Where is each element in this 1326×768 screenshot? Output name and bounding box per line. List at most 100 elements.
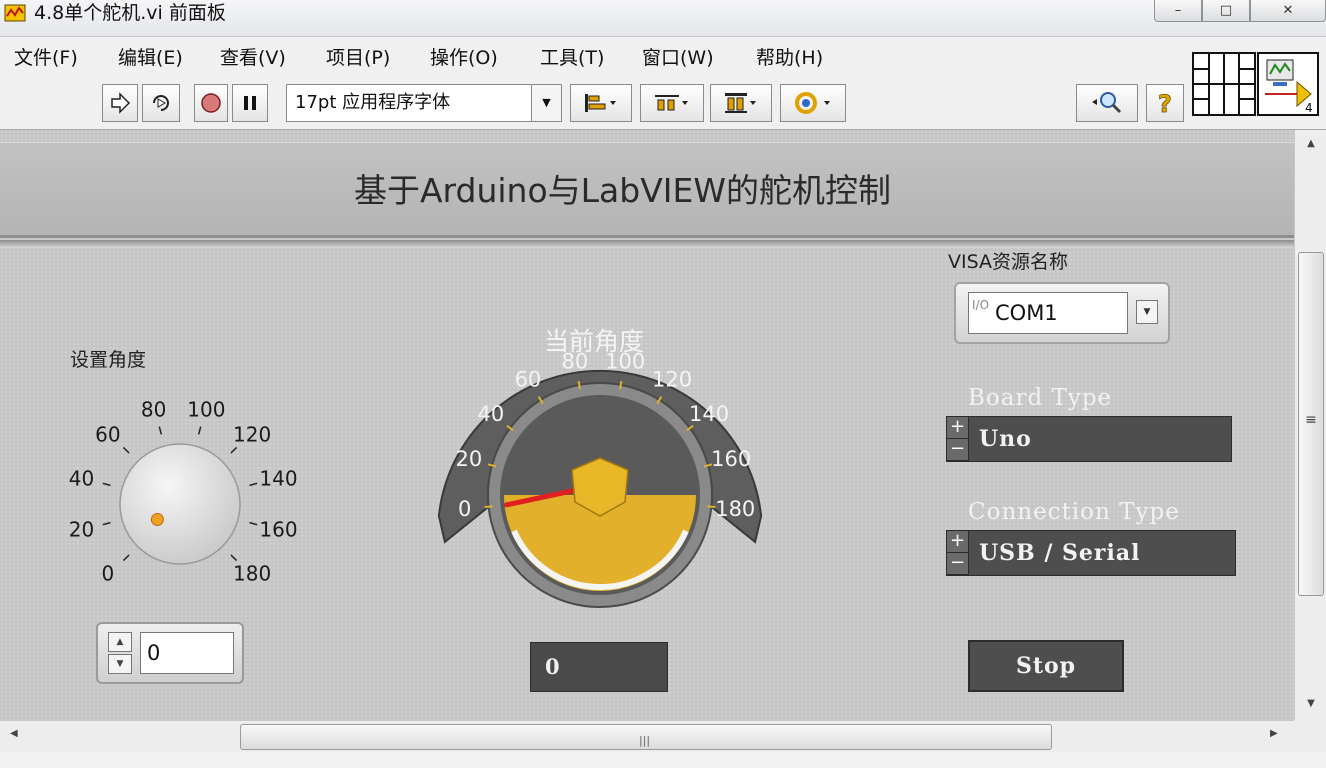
knob-tick-label: 180 [233, 561, 271, 585]
svg-text:?: ? [1158, 90, 1172, 117]
chevron-down-icon: ▼ [531, 85, 561, 121]
menu-project[interactable]: 项目(P) [326, 46, 390, 70]
connection-type-label: Connection Type [968, 499, 1180, 525]
minus-icon[interactable]: − [947, 553, 968, 575]
decrement-arrow-icon[interactable]: ▼ [108, 654, 132, 674]
scroll-down-arrow-icon[interactable]: ▼ [1295, 698, 1326, 709]
context-help-button[interactable]: ? [1146, 84, 1184, 122]
menu-file[interactable]: 文件(F) [14, 46, 78, 70]
increment-arrow-icon[interactable]: ▲ [108, 632, 132, 652]
resize-objects-button[interactable] [710, 84, 772, 122]
visa-label: VISA资源名称 [948, 251, 1069, 273]
scroll-left-arrow-icon[interactable]: ◀ [10, 728, 18, 739]
knob-tick-mark [230, 554, 238, 562]
align-objects-icon [585, 94, 616, 112]
distribute-objects-button[interactable] [640, 84, 704, 122]
scroll-up-arrow-icon[interactable]: ▲ [1295, 138, 1326, 149]
knob-tick-mark [249, 521, 258, 526]
board-type-ring[interactable]: + − Uno [946, 416, 1232, 462]
run-continuously-button[interactable] [142, 84, 180, 122]
knob-tick-label: 120 [233, 423, 271, 447]
menu-bar: 文件(F) 编辑(E) 查看(V) 项目(P) 操作(O) 工具(T) 窗口(W… [0, 36, 1326, 78]
visa-resource-control[interactable]: COM1 I/O ▼ [954, 282, 1170, 344]
connection-type-value: USB / Serial [979, 540, 1141, 566]
stop-button[interactable]: Stop [968, 640, 1124, 692]
knob-tick-label: 0 [102, 561, 115, 585]
knob-tick-mark [102, 521, 111, 526]
knob-tick-label: 60 [95, 423, 120, 447]
plus-icon[interactable]: + [947, 531, 968, 553]
window-controls: – □ ✕ [1154, 0, 1326, 22]
reorder-button[interactable] [780, 84, 846, 122]
board-type-stepper[interactable]: + − [947, 417, 969, 461]
run-button[interactable] [102, 84, 138, 122]
toolbar: 17pt 应用程序字体 ▼ ? [0, 78, 1326, 130]
set-angle-input[interactable]: 0 [140, 632, 234, 674]
set-angle-knob[interactable]: 0 20 4060 80 100 120 140 160 180 [30, 374, 330, 614]
menu-view[interactable]: 查看(V) [220, 46, 286, 70]
horizontal-scrollbar[interactable]: ◀ ||| ▶ [0, 720, 1294, 752]
pause-button[interactable] [232, 84, 268, 122]
run-continuously-icon [153, 95, 169, 111]
horizontal-scroll-thumb[interactable]: ||| [240, 724, 1052, 750]
board-type-value: Uno [979, 426, 1032, 452]
gauge-tick-mark [707, 505, 716, 509]
horizontal-grip-icon: ||| [639, 734, 651, 747]
menu-window[interactable]: 窗口(W) [642, 46, 714, 70]
board-type-label: Board Type [968, 385, 1113, 411]
resize-grip-icon[interactable] [1294, 720, 1326, 752]
knob-label: 设置角度 [70, 349, 147, 371]
knob-face[interactable] [119, 443, 241, 565]
set-angle-spinner[interactable]: ▲ ▼ [108, 632, 132, 674]
close-button[interactable]: ✕ [1250, 0, 1326, 22]
menu-tools[interactable]: 工具(T) [540, 46, 604, 70]
set-angle-numeric[interactable]: ▲ ▼ 0 [96, 622, 244, 684]
vi-icon-pane[interactable]: 4 [1257, 52, 1319, 116]
vertical-scrollbar[interactable]: ▲ ≡ ▼ [1294, 130, 1326, 720]
font-select-value: 17pt 应用程序字体 [295, 92, 451, 113]
gauge-tick-label: 120 [652, 368, 692, 392]
knob-tick-mark [158, 426, 163, 435]
knob-tick-label: 100 [187, 397, 225, 421]
gauge-tick-label: 100 [605, 349, 645, 373]
gauge-tick-label: 40 [478, 402, 505, 426]
connection-type-ring[interactable]: + − USB / Serial [946, 530, 1236, 576]
knob-tick-mark [197, 426, 202, 435]
knob-tick-mark [122, 446, 130, 454]
visa-resource-input[interactable]: COM1 [968, 292, 1128, 334]
minimize-button[interactable]: – [1154, 0, 1202, 22]
knob-indicator-dot[interactable] [150, 513, 164, 527]
align-objects-button[interactable] [570, 84, 632, 122]
knob-tick-mark [230, 446, 238, 454]
menu-help[interactable]: 帮助(H) [756, 46, 823, 70]
current-angle-indicator: 0 [530, 642, 668, 692]
labview-app-icon [4, 4, 26, 22]
connection-type-stepper[interactable]: + − [947, 531, 969, 575]
maximize-button[interactable]: □ [1202, 0, 1250, 22]
gauge-tick-label: 160 [711, 447, 751, 471]
knob-tick-label: 140 [259, 467, 297, 491]
knob-tick-label: 80 [141, 397, 166, 421]
knob-tick-label: 160 [259, 517, 297, 541]
distribute-objects-icon [655, 95, 688, 111]
minus-icon[interactable]: − [947, 439, 968, 461]
gauge-tick-label: 140 [689, 402, 729, 426]
header-divider [0, 240, 1294, 248]
current-angle-gauge: 当前角度 020406080 100120140160180 [437, 327, 763, 608]
vi-icon: 4 [1265, 59, 1313, 115]
knob-tick-label: 20 [69, 517, 94, 541]
knob-tick-mark [249, 482, 258, 487]
resize-objects-icon [725, 93, 756, 113]
connector-pane[interactable] [1192, 52, 1256, 116]
plus-icon[interactable]: + [947, 417, 968, 439]
font-select[interactable]: 17pt 应用程序字体 ▼ [286, 84, 562, 122]
search-button[interactable] [1076, 84, 1138, 122]
chevron-down-icon[interactable]: ▼ [1136, 300, 1158, 324]
menu-operate[interactable]: 操作(O) [430, 46, 498, 70]
abort-button[interactable] [194, 84, 228, 122]
gauge-tick-label: 0 [458, 497, 471, 521]
scroll-right-arrow-icon[interactable]: ▶ [1270, 728, 1278, 739]
vertical-grip-icon: ≡ [1305, 412, 1317, 428]
menu-edit[interactable]: 编辑(E) [118, 46, 183, 70]
gauge-tick-mark [484, 505, 493, 509]
